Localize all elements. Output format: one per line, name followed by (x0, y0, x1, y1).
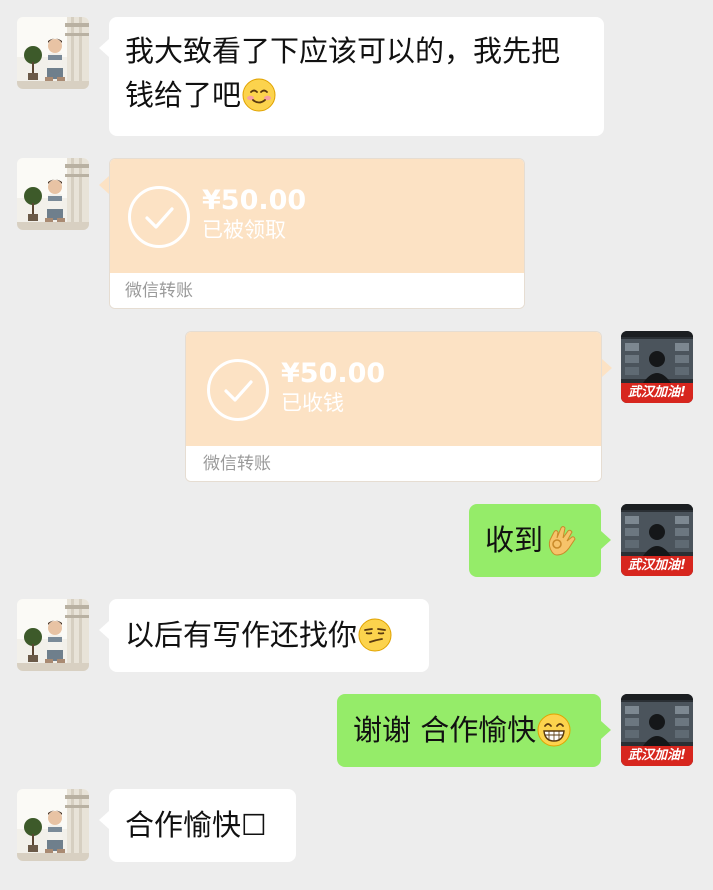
message-bubble[interactable]: 合作愉快☐ (99, 789, 296, 862)
contact-avatar[interactable] (17, 789, 89, 861)
message-text: 以后有写作还找你 (125, 618, 358, 652)
check-circle-icon (207, 359, 269, 421)
avatar-badge-text: 武汉加油! (628, 385, 686, 400)
contact-avatar[interactable] (17, 158, 89, 230)
message-text: 收到 (485, 523, 544, 557)
transfer-amount: ¥50.00 (202, 185, 307, 216)
avatar-badge-text: 武汉加油! (628, 558, 686, 573)
message-text: 合作愉快 (125, 808, 242, 842)
smirk-emoji-icon (357, 617, 393, 653)
my-avatar[interactable]: 武汉加油! (621, 694, 693, 766)
avatar-badge-text: 武汉加油! (628, 748, 686, 763)
message-text-line: 钱给了吧 (125, 78, 242, 112)
my-avatar[interactable]: 武汉加油! (621, 331, 693, 403)
transfer-card[interactable]: ¥50.00 已被领取 微信转账 (99, 158, 525, 309)
my-avatar[interactable]: 武汉加油! (621, 504, 693, 576)
transfer-status: 已被领取 (202, 218, 286, 242)
transfer-footer: 微信转账 (110, 273, 524, 308)
message-text-line: 我大致看了下应该可以的，我先把 (125, 34, 561, 68)
transfer-status: 已收钱 (281, 391, 344, 415)
missing-glyph: ☐ (241, 808, 268, 842)
check-circle-icon (128, 186, 190, 248)
smiling-blush-emoji-icon (241, 77, 277, 113)
message-text: 谢谢 合作愉快 (353, 713, 537, 747)
contact-avatar[interactable] (17, 17, 89, 89)
ok-hand-emoji-icon (543, 522, 579, 558)
message-bubble[interactable]: 我大致看了下应该可以的，我先把 钱给了吧 (99, 17, 604, 136)
message-bubble[interactable]: 以后有写作还找你 (99, 599, 429, 672)
transfer-amount: ¥50.00 (281, 358, 386, 389)
message-bubble[interactable]: 收到 (469, 504, 611, 577)
contact-avatar[interactable] (17, 599, 89, 671)
transfer-card[interactable]: ¥50.00 已收钱 微信转账 (185, 331, 612, 482)
message-bubble[interactable]: 谢谢 合作愉快 (337, 694, 611, 767)
grin-emoji-icon (536, 712, 572, 748)
transfer-footer: 微信转账 (186, 446, 601, 481)
